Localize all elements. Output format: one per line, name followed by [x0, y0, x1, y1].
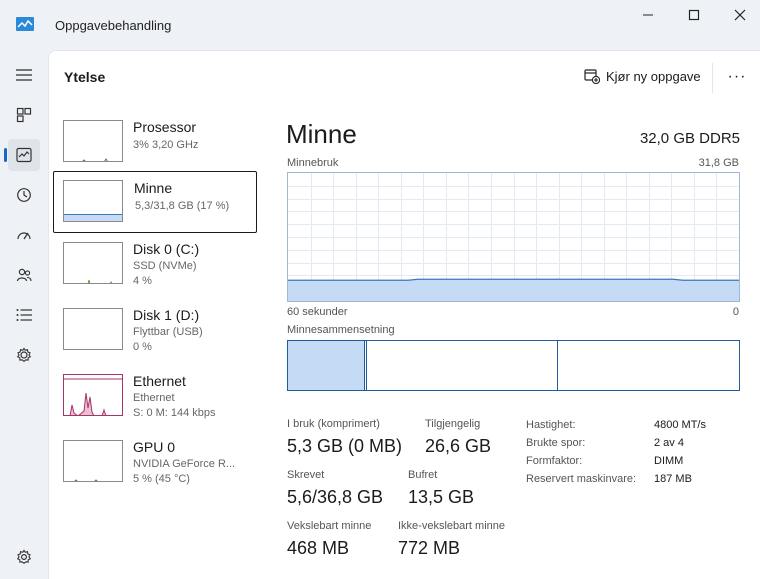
memory-composition-bar — [287, 340, 740, 391]
resource-item-disk0[interactable]: Disk 0 (C:) SSD (NVMe) 4 % — [54, 236, 258, 296]
resource-detail: 3% 3,20 GHz — [133, 139, 199, 151]
resource-item-gpu[interactable]: GPU 0 NVIDIA GeForce R... 5 % (45 °C) — [54, 434, 258, 494]
cached-label: Bufret — [408, 469, 438, 481]
nav-details[interactable] — [8, 299, 40, 331]
disk0-thumbnail-graph — [63, 242, 123, 284]
resource-detail: S: 0 M: 144 kbps — [133, 407, 216, 419]
spec-key: Reservert maskinvare: — [526, 473, 637, 485]
title-bar: Oppgavebehandling — [0, 0, 760, 50]
resource-name: Ethernet — [133, 373, 186, 389]
cpu-thumbnail-graph — [63, 120, 123, 162]
resource-item-memory[interactable]: Minne 5,3/31,8 GB (17 %) — [53, 171, 257, 233]
header-divider — [712, 63, 713, 93]
nav-settings[interactable] — [8, 541, 40, 573]
new-task-icon — [584, 69, 600, 84]
committed-label: Skrevet — [287, 469, 325, 481]
resource-detail: 5,3/31,8 GB (17 %) — [135, 200, 230, 212]
more-options-button[interactable]: ··· — [725, 65, 749, 89]
spec-key: Hastighet: — [526, 419, 576, 431]
committed-value: 5,6/36,8 GB — [287, 487, 384, 507]
resource-detail: NVIDIA GeForce R... — [133, 458, 236, 470]
in-use-label: I bruk (komprimert) — [287, 418, 380, 430]
paged-pool-value: 468 MB — [287, 538, 350, 558]
resource-name: Disk 1 (D:) — [133, 307, 200, 323]
users-icon — [16, 268, 32, 282]
memory-thumbnail-graph — [63, 180, 123, 222]
spec-value: 187 MB — [654, 473, 692, 485]
hamburger-icon — [16, 69, 32, 81]
resource-detail: 4 % — [133, 275, 152, 287]
composition-in-use — [288, 341, 365, 390]
processes-icon — [16, 107, 32, 123]
minimize-icon — [643, 14, 653, 16]
nav-performance[interactable] — [4, 139, 40, 171]
list-icon — [16, 309, 32, 321]
maximize-icon — [688, 9, 700, 21]
run-new-task-button[interactable]: Kjør ny oppgave — [584, 68, 701, 84]
nav-services[interactable] — [8, 339, 40, 371]
resource-item-disk1[interactable]: Disk 1 (D:) Flyttbar (USB) 0 % — [54, 302, 258, 362]
nav-processes[interactable] — [8, 99, 40, 131]
composition-standby — [367, 341, 558, 390]
memory-usage-max: 31,8 GB — [698, 157, 739, 169]
memory-usage-label: Minnebruk — [287, 157, 339, 169]
window-title: Oppgavebehandling — [55, 18, 172, 33]
resource-name: Minne — [134, 180, 173, 196]
cached-value: 13,5 GB — [408, 487, 475, 507]
resource-detail: 5 % (45 °C) — [133, 473, 190, 485]
nav-users[interactable] — [8, 259, 40, 291]
minimize-button[interactable] — [628, 4, 668, 26]
detail-title: Minne — [286, 119, 357, 149]
navigation-rail — [0, 50, 48, 579]
run-new-task-label: Kjør ny oppgave — [606, 68, 701, 84]
maximize-button[interactable] — [674, 4, 714, 26]
graph-time-start: 60 sekunder — [287, 306, 348, 318]
nav-startup[interactable] — [8, 219, 40, 251]
disk1-thumbnail-graph — [63, 308, 123, 350]
available-label: Tilgjengelig — [425, 418, 481, 430]
memory-spec: 32,0 GB DDR5 — [639, 130, 740, 147]
resource-detail: 0 % — [133, 341, 152, 353]
gear-icon — [16, 549, 32, 565]
resource-detail: Ethernet — [133, 392, 175, 404]
resource-detail: SSD (NVMe) — [133, 260, 197, 272]
ethernet-thumbnail-graph — [63, 374, 123, 416]
resource-detail: Flyttbar (USB) — [133, 326, 203, 338]
nonpaged-pool-label: Ikke-vekslebart minne — [398, 520, 505, 532]
performance-icon — [16, 147, 32, 163]
spec-key: Formfaktor: — [526, 455, 583, 467]
memory-usage-graph — [287, 172, 740, 302]
graph-time-end: 0 — [732, 306, 739, 318]
memory-thumbnail-fill — [64, 214, 122, 221]
startup-icon — [17, 232, 31, 240]
resource-name: Prosessor — [133, 119, 197, 135]
resource-name: GPU 0 — [133, 439, 176, 455]
memory-composition-label: Minnesammensetning — [287, 324, 395, 336]
nonpaged-pool-value: 772 MB — [398, 538, 461, 558]
resource-item-ethernet[interactable]: Ethernet Ethernet S: 0 M: 144 kbps — [54, 368, 258, 428]
resource-item-cpu[interactable]: Prosessor 3% 3,20 GHz — [54, 114, 258, 174]
page-title: Ytelse — [64, 69, 106, 85]
spec-value: 4800 MT/s — [654, 419, 706, 431]
spec-key: Brukte spor: — [526, 437, 586, 449]
history-icon — [17, 188, 31, 202]
nav-menu-button[interactable] — [8, 59, 40, 91]
task-manager-icon — [16, 17, 34, 31]
main-panel: Ytelse Kjør ny oppgave ··· Prosessor 3% … — [48, 50, 760, 579]
close-button[interactable] — [720, 4, 760, 26]
services-icon — [16, 347, 32, 363]
resource-name: Disk 0 (C:) — [133, 241, 200, 257]
close-icon — [734, 9, 746, 21]
paged-pool-label: Vekslebart minne — [287, 520, 372, 532]
nav-app-history[interactable] — [8, 179, 40, 211]
spec-value: DIMM — [654, 455, 684, 467]
spec-value: 2 av 4 — [654, 437, 684, 449]
available-value: 26,6 GB — [425, 436, 492, 456]
gpu-thumbnail-graph — [63, 440, 123, 482]
in-use-value: 5,3 GB (0 MB) — [287, 436, 403, 456]
